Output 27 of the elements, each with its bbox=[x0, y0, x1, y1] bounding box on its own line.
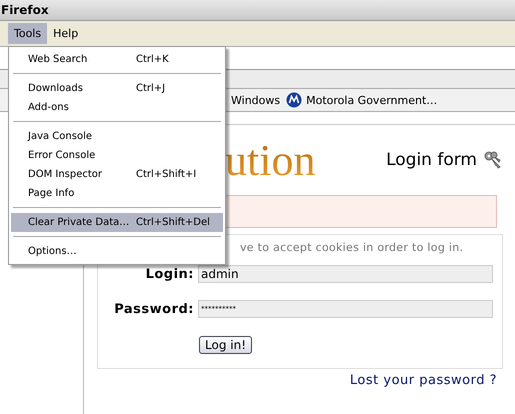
menu-item[interactable]: DOM Inspector Ctrl+Shift+I bbox=[11, 165, 223, 184]
menu-item[interactable]: Java Console bbox=[11, 127, 223, 146]
lost-password-link[interactable]: Lost your password ? bbox=[350, 373, 497, 388]
menu[interactable]: Tools bbox=[8, 23, 48, 44]
menu-item[interactable]: Clear Private Data… Ctrl+Shift+Del bbox=[11, 213, 223, 232]
input-field[interactable]: admin bbox=[198, 265, 493, 283]
shortcut-label: Ctrl+J bbox=[136, 83, 166, 94]
keys-icon bbox=[483, 150, 503, 170]
menu-item[interactable]: Options… bbox=[11, 242, 223, 261]
shortcut-label: Ctrl+K bbox=[136, 54, 169, 65]
shortcut-label: Ctrl+Shift+I bbox=[136, 169, 196, 180]
window-title: Firefox bbox=[1, 3, 49, 17]
field-label: Login: bbox=[144, 266, 194, 282]
cookies-note: ve to accept cookies in order to log in. bbox=[239, 241, 464, 254]
field-label: Password: bbox=[113, 302, 194, 316]
bookmark[interactable]: Motorola Government… bbox=[286, 92, 438, 108]
menu-item[interactable]: Add-ons bbox=[11, 98, 223, 117]
menu[interactable]: Help bbox=[47, 23, 84, 44]
logo-icon bbox=[286, 92, 302, 108]
menu-item[interactable]: Page Info bbox=[11, 184, 223, 203]
menu-item[interactable]: Error Console bbox=[11, 146, 223, 165]
login-button[interactable]: Log in! bbox=[199, 336, 252, 354]
shortcut-label: Ctrl+Shift+Del bbox=[136, 217, 210, 228]
bookmark[interactable]: Windows bbox=[231, 94, 280, 106]
form-heading: Login form bbox=[386, 150, 477, 170]
menu-item[interactable]: Downloads Ctrl+J bbox=[11, 79, 223, 98]
menu-item[interactable]: Web Search Ctrl+K bbox=[11, 50, 223, 69]
